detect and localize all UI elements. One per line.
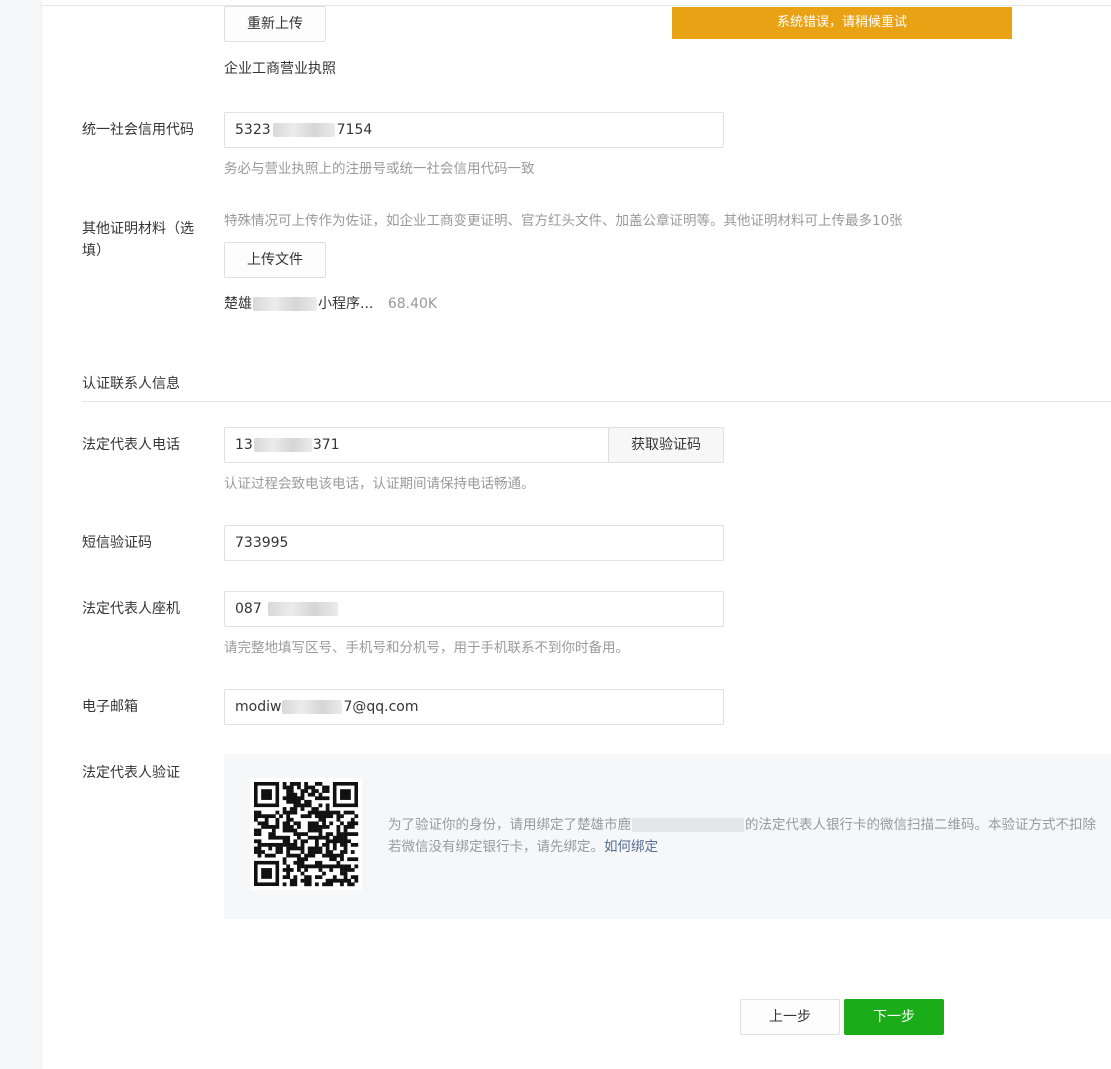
credit-code-input[interactable]: 5323 7154 [224, 112, 724, 148]
toast-message: 系统错误，请稍候重试 [776, 15, 907, 30]
sms-label: 短信验证码 [82, 535, 152, 551]
phone-value-suffix: 371 [312, 437, 340, 453]
qr-code-icon [250, 778, 362, 890]
sms-code-input[interactable]: 733995 [224, 525, 724, 561]
landline-value-prefix: 087 [235, 601, 262, 617]
phone-input[interactable]: 13 371 [224, 427, 609, 463]
other-docs-hint: 特殊情况可上传作为佐证，如企业工商变更证明、官方红头文件、加盖公章证明等。其他证… [224, 213, 903, 229]
get-code-button[interactable]: 获取验证码 [608, 427, 724, 463]
verify-text-line2: 若微信没有绑定银行卡，请先绑定。 [388, 839, 604, 855]
prev-step-button[interactable]: 上一步 [740, 999, 840, 1035]
uploaded-file-name-suffix: 小程序... [318, 296, 374, 312]
phone-hint: 认证过程会致电该电话，认证期间请保持电话畅通。 [224, 476, 535, 492]
email-input[interactable]: modiw 7@qq.com [224, 689, 724, 725]
credit-code-hint: 务必与营业执照上的注册号或统一社会信用代码一致 [224, 161, 535, 177]
credit-code-value-prefix: 5323 [235, 122, 271, 138]
left-sidebar [0, 0, 42, 1069]
uploaded-file[interactable]: 楚雄 小程序... 68.40K [224, 294, 437, 314]
credit-code-label: 统一社会信用代码 [82, 122, 194, 138]
redacted-mask [253, 297, 317, 311]
email-value-suffix: 7@qq.com [343, 699, 419, 715]
landline-input[interactable]: 087 [224, 591, 724, 627]
legal-verify-panel: 为了验证你的身份，请用绑定了楚雄市鹿 的法定代表人银行卡的微信扫描二维码。本验证方… [224, 754, 1111, 919]
credit-code-value-suffix: 7154 [336, 122, 373, 138]
contact-section-title: 认证联系人信息 [82, 376, 180, 392]
redacted-mask [253, 438, 312, 452]
verify-text-line1-suffix: 的法定代表人银行卡的微信扫描二维码。本验证方式不扣除 [745, 817, 1096, 833]
legal-verify-label: 法定代表人验证 [82, 765, 180, 781]
email-value-prefix: modiw [235, 699, 282, 715]
license-file-name: 企业工商营业执照 [224, 61, 336, 77]
verify-text-line1-prefix: 为了验证你的身份，请用绑定了楚雄市鹿 [388, 817, 631, 833]
next-step-button[interactable]: 下一步 [844, 999, 944, 1035]
redacted-mask [267, 602, 338, 616]
other-docs-label: 其他证明材料（选填） [82, 221, 194, 259]
reupload-button[interactable]: 重新上传 [224, 6, 326, 42]
phone-label: 法定代表人电话 [82, 437, 180, 453]
legal-verify-text: 为了验证你的身份，请用绑定了楚雄市鹿 的法定代表人银行卡的微信扫描二维码。本验证方… [388, 814, 1111, 858]
sms-code-value: 733995 [235, 535, 289, 551]
landline-hint: 请完整地填写区号、手机号和分机号，用于手机联系不到你时备用。 [224, 640, 629, 656]
uploaded-file-name-prefix: 楚雄 [224, 296, 252, 312]
redacted-mask [282, 700, 343, 714]
phone-value-prefix: 13 [235, 437, 253, 453]
uploaded-file-size: 68.40K [387, 296, 438, 312]
upload-file-button[interactable]: 上传文件 [224, 242, 326, 278]
email-label: 电子邮箱 [82, 699, 138, 715]
top-divider [41, 5, 1111, 6]
error-toast: 系统错误，请稍候重试 [672, 7, 1012, 39]
landline-label: 法定代表人座机 [82, 601, 180, 617]
section-divider [82, 401, 1111, 402]
redacted-mask [272, 123, 335, 137]
how-to-bind-link[interactable]: 如何绑定 [604, 839, 658, 855]
redacted-mask [632, 818, 744, 832]
